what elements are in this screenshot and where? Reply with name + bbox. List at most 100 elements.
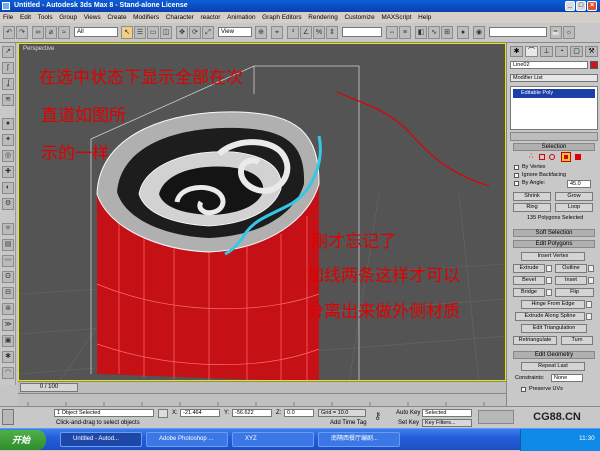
snap-toggle-icon[interactable]: ³ bbox=[287, 26, 299, 39]
y-field[interactable]: -56.622 bbox=[232, 409, 272, 417]
task-document[interactable]: 南隔西餐厅编剧... bbox=[318, 432, 400, 447]
loop-button[interactable]: Loop bbox=[555, 203, 593, 212]
vertex-mode-icon[interactable]: ∴ bbox=[529, 153, 535, 160]
create-tab-icon[interactable]: ✱ bbox=[510, 46, 523, 57]
layer-manager-icon[interactable]: ◧ bbox=[415, 26, 427, 39]
auto-key-button[interactable]: Auto Key bbox=[396, 410, 420, 416]
menu-help[interactable]: Help bbox=[418, 14, 431, 21]
x-field[interactable]: -21.464 bbox=[180, 409, 220, 417]
mirror-icon[interactable]: ⇔ bbox=[386, 26, 398, 39]
spring-icon[interactable]: ʘ bbox=[2, 271, 14, 283]
angle-snap-icon[interactable]: ∠ bbox=[300, 26, 312, 39]
task-xyz[interactable]: XYZ bbox=[232, 432, 314, 447]
minimize-button[interactable]: _ bbox=[565, 1, 575, 11]
by-vertex-checkbox[interactable] bbox=[514, 165, 519, 170]
hinge-settings-button[interactable] bbox=[586, 301, 592, 308]
window-crossing-icon[interactable]: ◫ bbox=[160, 26, 172, 39]
ring-button[interactable]: Ring bbox=[513, 203, 551, 212]
curve-icon[interactable]: ∫ bbox=[2, 62, 14, 74]
menu-views[interactable]: Views bbox=[84, 14, 101, 21]
display-tab-icon[interactable]: ▢ bbox=[570, 46, 583, 57]
select-manipulate-icon[interactable]: ⌖ bbox=[271, 26, 283, 39]
selection-filter-dropdown[interactable]: All bbox=[74, 27, 118, 37]
task-3dsmax[interactable]: Untitled - Autod... bbox=[60, 432, 142, 447]
turn-button[interactable]: Turn bbox=[561, 336, 593, 345]
reactor-icon[interactable]: ⚛ bbox=[2, 223, 14, 235]
bevel-button[interactable]: Bevel bbox=[513, 276, 545, 285]
ignore-backfacing-checkbox[interactable] bbox=[514, 173, 519, 178]
element-mode-icon[interactable] bbox=[575, 154, 581, 160]
time-slider[interactable]: 0 / 100 bbox=[20, 383, 78, 392]
menu-reactor[interactable]: reactor bbox=[201, 14, 221, 21]
object-color-swatch[interactable] bbox=[590, 61, 598, 69]
space-warp-icon[interactable]: ◐ bbox=[2, 182, 14, 194]
undo-icon[interactable]: ↶ bbox=[3, 26, 15, 39]
sphere-icon[interactable]: ● bbox=[2, 118, 14, 130]
border-mode-icon[interactable] bbox=[549, 154, 555, 160]
extrude-settings-button[interactable] bbox=[546, 265, 552, 272]
retriangulate-button[interactable]: Retriangulate bbox=[513, 336, 557, 345]
select-rotate-icon[interactable]: ⟳ bbox=[189, 26, 201, 39]
render-scene-icon[interactable]: ◉ bbox=[473, 26, 485, 39]
key-filters-button[interactable]: Key Filters... bbox=[422, 419, 472, 427]
select-move-icon[interactable]: ✥ bbox=[176, 26, 188, 39]
toy-car-icon[interactable]: ▣ bbox=[2, 335, 14, 347]
maximize-button[interactable]: □ bbox=[576, 1, 586, 11]
modify-tab-icon[interactable]: ⌒ bbox=[525, 46, 538, 57]
material-editor-icon[interactable]: ● bbox=[457, 26, 469, 39]
close-button[interactable]: × bbox=[587, 1, 597, 11]
utilities-tab-icon[interactable]: ⚒ bbox=[585, 46, 598, 57]
percent-snap-icon[interactable]: % bbox=[313, 26, 325, 39]
add-time-tag[interactable]: Add Time Tag bbox=[330, 420, 367, 426]
menu-tools[interactable]: Tools bbox=[38, 14, 53, 21]
start-button[interactable]: 开始 bbox=[0, 430, 46, 450]
key-icon[interactable]: ⚷ bbox=[374, 411, 390, 423]
motion-tab-icon[interactable]: ◔ bbox=[555, 46, 568, 57]
water-icon[interactable]: ◠ bbox=[2, 367, 14, 379]
grow-button[interactable]: Grow bbox=[555, 192, 593, 201]
wave-icon[interactable]: ≋ bbox=[2, 94, 14, 106]
soft-selection-rollout[interactable]: Soft Selection bbox=[513, 229, 595, 237]
cloth-icon[interactable]: ▤ bbox=[2, 239, 14, 251]
task-photoshop[interactable]: Adobe Photoshop ... bbox=[146, 432, 228, 447]
perspective-viewport[interactable]: Perspective 在选中状态下显示全部在次 直道如图所 示的一样 刚才忘记… bbox=[18, 43, 506, 381]
ref-coord-dropdown[interactable]: View bbox=[218, 27, 252, 37]
bridge-settings-button[interactable] bbox=[546, 289, 552, 296]
bind-space-warp-icon[interactable]: ≈ bbox=[58, 26, 70, 39]
menu-character[interactable]: Character bbox=[166, 14, 194, 21]
motor-icon[interactable]: ⊛ bbox=[2, 303, 14, 315]
selection-rollout[interactable]: Selection bbox=[513, 143, 595, 151]
link-icon[interactable]: ∞ bbox=[32, 26, 44, 39]
target-icon[interactable]: ◎ bbox=[2, 150, 14, 162]
bevel-settings-button[interactable] bbox=[546, 277, 552, 284]
by-angle-checkbox[interactable] bbox=[514, 181, 519, 186]
by-angle-spinner[interactable]: 45.0 bbox=[567, 180, 591, 188]
menu-rendering[interactable]: Rendering bbox=[308, 14, 338, 21]
viewport-label[interactable]: Perspective bbox=[23, 46, 54, 52]
menu-modifiers[interactable]: Modifiers bbox=[133, 14, 159, 21]
outline-button[interactable]: Outline bbox=[555, 264, 587, 273]
wind-icon[interactable]: ≫ bbox=[2, 319, 14, 331]
quick-render-icon[interactable]: ☕ bbox=[550, 26, 562, 39]
object-name-field[interactable]: Line02 bbox=[510, 61, 588, 69]
menu-animation[interactable]: Animation bbox=[227, 14, 255, 21]
inset-settings-button[interactable] bbox=[588, 277, 594, 284]
edit-polygons-rollout[interactable]: Edit Polygons bbox=[513, 240, 595, 248]
set-key-button[interactable]: Set Key bbox=[398, 420, 419, 426]
z-field[interactable]: 0.0 bbox=[284, 409, 314, 417]
inset-button[interactable]: Inset bbox=[555, 276, 587, 285]
flip-button[interactable]: Flip bbox=[555, 288, 594, 297]
pivot-center-icon[interactable]: ⊕ bbox=[255, 26, 267, 39]
polygon-mode-icon[interactable] bbox=[561, 152, 571, 162]
extrude-spline-settings-button[interactable] bbox=[586, 313, 592, 320]
playback-controls[interactable] bbox=[478, 410, 514, 424]
modifier-list-dropdown[interactable]: Modifier List bbox=[510, 74, 598, 82]
rect-selection-icon[interactable]: ▭ bbox=[147, 26, 159, 39]
bridge-button[interactable]: Bridge bbox=[513, 288, 545, 297]
arrow-icon[interactable]: ↗ bbox=[2, 46, 14, 58]
menu-edit[interactable]: Edit bbox=[20, 14, 31, 21]
menu-file[interactable]: File bbox=[3, 14, 13, 21]
auto-key-dropdown[interactable]: Selected bbox=[422, 409, 472, 417]
select-scale-icon[interactable]: ⤢ bbox=[202, 26, 214, 39]
selected-polygon-object[interactable] bbox=[96, 111, 322, 381]
